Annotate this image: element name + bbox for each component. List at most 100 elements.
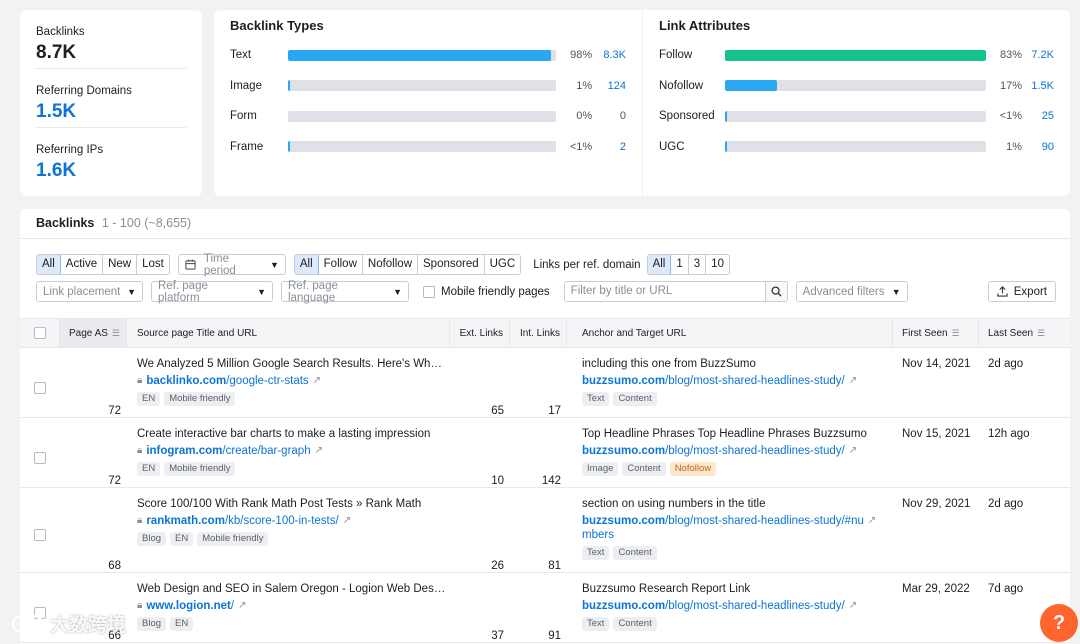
attr-name: Follow [659, 49, 693, 62]
attr-count[interactable]: 1.5K [1022, 80, 1054, 92]
table-header: Page AS ☰ Source page Title and URL Ext. … [20, 318, 1070, 348]
source-title[interactable]: Score 100/100 With Rank Math Post Tests … [137, 498, 447, 510]
search-icon [771, 286, 782, 297]
source-path: / [230, 600, 235, 612]
row-source: Score 100/100 With Rank Math Post Tests … [127, 488, 450, 572]
time-period-dropdown[interactable]: Time period ▼ [177, 253, 286, 277]
source-domain: rankmath.com [146, 515, 225, 527]
ref-language-dropdown[interactable]: Ref. page language ▼ [281, 280, 409, 304]
header-page-as[interactable]: Page AS ☰ [60, 319, 127, 347]
summary-ref-ips[interactable]: Referring IPs 1.6K [36, 128, 186, 187]
type-bar-fill [287, 49, 551, 61]
type-count[interactable]: 8.3K [592, 49, 626, 61]
per-domain-3[interactable]: 3 [689, 255, 707, 274]
anchor-text: Buzzsumo Research Report Link [582, 583, 751, 595]
target-tag: Content [613, 392, 657, 406]
target-tags: Text Content [582, 392, 657, 406]
ext-links-label: Ext. Links [459, 327, 503, 339]
status-tab-lost[interactable]: Lost [137, 255, 169, 274]
attr-count[interactable]: 7.2K [1022, 49, 1054, 61]
row-checkbox[interactable] [34, 451, 46, 464]
external-link-icon[interactable]: ↗ [315, 444, 323, 458]
attr-bar-fill [724, 80, 778, 92]
filter-search: Filter by title or URL [563, 281, 788, 302]
chevron-down-icon: ▼ [269, 259, 279, 270]
search-button[interactable] [764, 282, 787, 301]
external-link-icon[interactable]: ↗ [313, 374, 321, 388]
ref-ips-value[interactable]: 1.6K [36, 160, 186, 182]
source-url[interactable]: 🔒︎ infogram.com/create/bar-graph ↗ [137, 444, 323, 458]
summary-backlinks[interactable]: Backlinks 8.7K [36, 10, 186, 69]
summary-ref-domains[interactable]: Referring Domains 1.5K [36, 69, 186, 128]
external-link-icon[interactable]: ↗ [849, 599, 857, 613]
row-int-links: 142 [541, 475, 561, 487]
watermark: 大数跨境 [10, 610, 126, 637]
target-url[interactable]: buzzsumo.com/blog/most-shared-headlines-… [582, 514, 876, 542]
status-tabs: All Active New Lost [36, 254, 170, 275]
help-icon: ? [1052, 611, 1066, 634]
status-tab-all[interactable]: All [37, 255, 61, 274]
ref-domains-value[interactable]: 1.5K [36, 101, 186, 123]
summary-card: Backlinks 8.7K Referring Domains 1.5K Re… [20, 10, 202, 196]
row-source: Create interactive bar charts to make a … [127, 418, 450, 487]
link-placement-dropdown[interactable]: Link placement ▼ [36, 281, 143, 302]
external-link-icon[interactable]: ↗ [849, 444, 857, 458]
int-links-label: Int. Links [519, 327, 560, 339]
source-title[interactable]: Create interactive bar charts to make a … [137, 428, 447, 440]
source-title[interactable]: We Analyzed 5 Million Google Search Resu… [137, 358, 447, 370]
header-ext-links[interactable]: Ext. Links [450, 319, 510, 347]
row-checkbox[interactable] [34, 381, 46, 394]
attr-count[interactable]: 90 [1022, 141, 1054, 153]
mobile-friendly-checkbox[interactable] [423, 285, 435, 298]
status-tab-active[interactable]: Active [61, 255, 104, 274]
type-row-form: Form 0% 0 [214, 101, 642, 132]
row-checkbox[interactable] [34, 529, 46, 541]
lock-icon: 🔒︎ [137, 600, 143, 611]
row-int-links: 91 [548, 630, 561, 642]
attr-count[interactable]: 25 [1022, 110, 1054, 122]
per-domain-10[interactable]: 10 [706, 255, 729, 274]
type-bar-track [287, 80, 557, 92]
ref-platform-dropdown[interactable]: Ref. page platform ▼ [151, 280, 273, 304]
external-link-icon[interactable]: ↗ [849, 374, 857, 388]
target-domain: buzzsumo.com [582, 515, 666, 527]
source-tag: EN [137, 392, 161, 406]
source-url[interactable]: 🔒︎ rankmath.com/kb/score-100-in-tests/ ↗ [137, 514, 351, 528]
help-button[interactable]: ? [1040, 604, 1078, 642]
backlinks-title: Backlinks [36, 216, 95, 230]
type-count[interactable]: 124 [592, 80, 626, 92]
filter-row-2: Link placement ▼ Ref. page platform ▼ Re… [36, 280, 1056, 304]
attr-percent: 83% [1000, 49, 1023, 62]
source-domain: backlinko.com [146, 375, 227, 387]
row-page-as: 72 [108, 475, 121, 487]
external-link-icon[interactable]: ↗ [343, 514, 351, 528]
type-count[interactable]: 2 [592, 141, 626, 153]
source-tag: EN [170, 617, 194, 631]
select-all-checkbox[interactable] [33, 327, 46, 339]
type-bar-fill [287, 141, 291, 153]
source-url[interactable]: 🔒︎ www.logion.net/ ↗ [137, 599, 246, 613]
type-tab-follow[interactable]: Follow [319, 255, 363, 274]
type-tab-ugc[interactable]: UGC [485, 255, 521, 274]
target-url[interactable]: buzzsumo.com/blog/most-shared-headlines-… [582, 444, 857, 458]
per-domain-1[interactable]: 1 [671, 255, 689, 274]
external-link-icon[interactable]: ↗ [868, 514, 876, 528]
header-int-links[interactable]: Int. Links [510, 319, 567, 347]
row-anchor: including this one from BuzzSumo buzzsum… [567, 348, 893, 417]
type-tab-sponsored[interactable]: Sponsored [418, 255, 485, 274]
target-domain: buzzsumo.com [582, 445, 666, 457]
source-url[interactable]: 🔒︎ backlinko.com/google-ctr-stats ↗ [137, 374, 321, 388]
advanced-filters-dropdown[interactable]: Advanced filters ▼ [795, 281, 908, 302]
header-last-seen[interactable]: Last Seen ☰ [979, 319, 1070, 347]
status-tab-new[interactable]: New [103, 255, 138, 274]
type-tab-all[interactable]: All [294, 255, 319, 274]
target-url[interactable]: buzzsumo.com/blog/most-shared-headlines-… [582, 374, 857, 388]
source-title[interactable]: Web Design and SEO in Salem Oregon - Log… [137, 583, 447, 595]
type-tab-nofollow[interactable]: Nofollow [363, 255, 418, 274]
external-link-icon[interactable]: ↗ [238, 599, 246, 613]
export-button[interactable]: Export [987, 281, 1056, 302]
header-first-seen[interactable]: First Seen ☰ [893, 319, 979, 347]
target-url[interactable]: buzzsumo.com/blog/most-shared-headlines-… [582, 599, 857, 613]
filter-search-input[interactable]: Filter by title or URL [565, 282, 765, 301]
per-domain-all[interactable]: All [647, 255, 672, 274]
